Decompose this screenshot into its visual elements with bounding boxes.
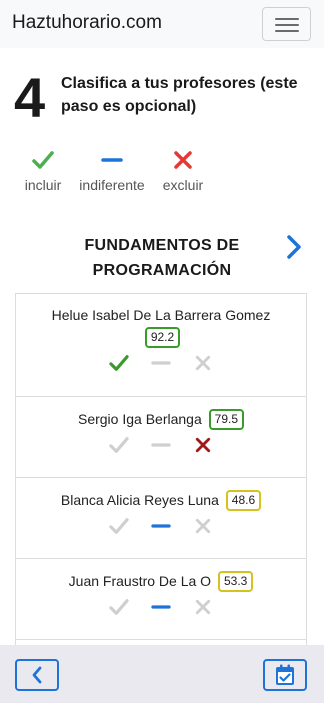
legend-exclude: excluir: [161, 150, 205, 193]
bottom-toolbar: [0, 645, 324, 703]
legend-include: incluir: [24, 150, 62, 193]
dash-icon: [151, 443, 171, 447]
exclude-button[interactable]: [192, 434, 214, 456]
indifferent-button[interactable]: [150, 596, 172, 618]
indifferent-button[interactable]: [150, 352, 172, 374]
professor-name: Sergio Iga Berlanga: [77, 411, 202, 427]
legend-label: excluir: [162, 177, 204, 193]
check-icon: [109, 599, 129, 615]
list-item: Sergio Iga Berlanga 79.5: [16, 397, 306, 478]
legend-label: incluir: [24, 177, 62, 193]
step-number: 4: [14, 66, 46, 129]
list-item: Blanca Alicia Reyes Luna 48.6: [16, 478, 306, 559]
score-badge: 53.3: [217, 571, 254, 592]
step-instruction: Clasifica a tus profesores (este paso es…: [61, 75, 298, 115]
check-icon: [109, 437, 129, 453]
check-icon: [109, 518, 129, 534]
x-icon: [195, 355, 211, 371]
hamburger-icon: [275, 18, 299, 20]
list-item: Helue Isabel De La Barrera Gomez 92.2: [16, 294, 306, 397]
back-button[interactable]: [15, 659, 59, 691]
calendar-check-icon: [276, 664, 294, 685]
x-icon: [195, 437, 211, 453]
view-schedule-button[interactable]: [263, 659, 307, 691]
navbar: Haztuhorario.com: [0, 0, 324, 48]
legend-label: indiferente: [79, 177, 145, 193]
dash-icon: [151, 361, 171, 365]
brand-logo[interactable]: Haztuhorario.com: [12, 12, 162, 34]
exclude-button[interactable]: [192, 596, 214, 618]
legend-indifferent: indiferente: [78, 150, 146, 193]
score-badge: 92.2: [144, 327, 181, 348]
chevron-right-icon: [287, 235, 301, 259]
indifferent-button[interactable]: [150, 434, 172, 456]
chevron-left-icon: [32, 666, 42, 684]
score-badge: 79.5: [208, 409, 244, 430]
exclude-button[interactable]: [192, 352, 214, 374]
x-icon: [195, 599, 211, 615]
exclude-button[interactable]: [192, 515, 214, 537]
course-title: FUNDAMENTOS DE PROGRAMACIÓN: [84, 237, 240, 279]
next-course-button[interactable]: [283, 233, 305, 261]
dash-icon: [151, 605, 171, 609]
list-item: Juan Fraustro De La O 53.3: [16, 559, 306, 640]
x-icon: [195, 518, 211, 534]
include-button[interactable]: [108, 596, 130, 618]
professor-list[interactable]: Helue Isabel De La Barrera Gomez 92.2 Se…: [15, 293, 307, 653]
professor-name: Blanca Alicia Reyes Luna: [60, 492, 219, 508]
include-button[interactable]: [108, 515, 130, 537]
indifferent-button[interactable]: [150, 515, 172, 537]
dash-icon: [151, 524, 171, 528]
menu-toggle-button[interactable]: [262, 7, 311, 41]
professor-name: Helue Isabel De La Barrera Gomez: [51, 307, 271, 323]
include-button[interactable]: [108, 434, 130, 456]
include-button[interactable]: [108, 352, 130, 374]
rating-actions: [16, 596, 306, 618]
rating-actions: [16, 434, 306, 456]
check-icon: [32, 151, 54, 169]
dash-icon: [101, 158, 123, 162]
rating-actions: [16, 515, 306, 537]
check-icon: [109, 355, 129, 371]
professor-name: Juan Fraustro De La O: [68, 573, 212, 589]
x-icon: [174, 151, 192, 169]
score-badge: 48.6: [225, 490, 262, 511]
rating-actions: [16, 352, 306, 374]
